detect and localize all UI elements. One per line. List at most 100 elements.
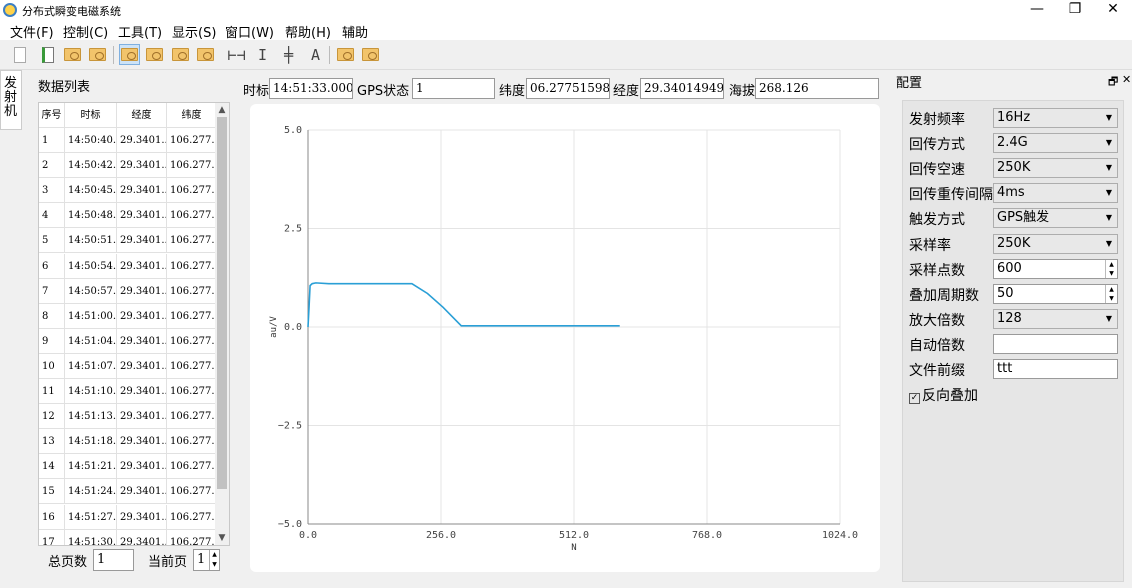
cell-time: 14:51:18.0 bbox=[65, 429, 117, 455]
table-row[interactable]: 314:50:45.029.3401...106.277... bbox=[39, 178, 217, 204]
cell-index: 2 bbox=[39, 153, 65, 179]
scroll-thumb[interactable] bbox=[217, 117, 227, 489]
chevron-down-icon[interactable]: ▼ bbox=[1106, 159, 1112, 177]
col-time[interactable]: 时标 bbox=[65, 103, 117, 128]
config-select[interactable]: 2.4G ▼ bbox=[993, 133, 1118, 154]
table-scrollbar[interactable]: ▲ ▼ bbox=[215, 103, 229, 545]
menu-bar: 文件(F) 控制(C) 工具(T) 显示(S) 窗口(W) 帮助(H) 辅助 bbox=[0, 20, 1132, 41]
table-row[interactable]: 714:50:57.029.3401...106.277... bbox=[39, 278, 217, 304]
spin-arrows-icon[interactable]: ▲ ▼ bbox=[1105, 259, 1117, 278]
config-label: 文件前缀 bbox=[909, 363, 965, 379]
page-spin-icon[interactable]: ▲ ▼ bbox=[209, 550, 219, 570]
table-row[interactable]: 1414:51:21.029.3401...106.277... bbox=[39, 454, 217, 480]
chevron-down-icon[interactable]: ▼ bbox=[1106, 209, 1112, 227]
close-button[interactable]: ✕ bbox=[1098, 0, 1128, 20]
table-row[interactable]: 1514:51:24.029.3401...106.277... bbox=[39, 479, 217, 505]
chevron-down-icon[interactable]: ▼ bbox=[1106, 109, 1112, 127]
table-row[interactable]: 1014:51:07.029.3401...106.277... bbox=[39, 353, 217, 379]
v-measure-icon[interactable]: I bbox=[252, 44, 273, 65]
menu-window[interactable]: 窗口(W) bbox=[225, 22, 274, 41]
menu-tools[interactable]: 工具(T) bbox=[118, 22, 162, 41]
cell-time: 14:50:57.0 bbox=[65, 278, 117, 304]
lon-field[interactable]: 29.340149490 bbox=[640, 78, 724, 99]
restore-button[interactable]: ❐ bbox=[1060, 0, 1090, 20]
config-select[interactable]: 16Hz ▼ bbox=[993, 108, 1118, 128]
dock-close-icon[interactable]: ✕ bbox=[1122, 73, 1131, 86]
h-measure-icon[interactable]: ⊢⊣ bbox=[226, 44, 247, 65]
config-select[interactable]: GPS触发 ▼ bbox=[993, 208, 1118, 229]
config-select[interactable]: 250K ▼ bbox=[993, 233, 1118, 254]
table-row[interactable]: 1214:51:13.029.3401...106.277... bbox=[39, 404, 217, 430]
cell-lat: 106.277... bbox=[167, 203, 217, 229]
cell-index: 12 bbox=[39, 404, 65, 430]
cell-lon: 29.3401... bbox=[117, 379, 167, 404]
chevron-down-icon[interactable]: ▼ bbox=[1106, 134, 1112, 152]
chevron-down-icon[interactable]: ▼ bbox=[1106, 235, 1112, 253]
add-doc-icon[interactable] bbox=[37, 44, 58, 65]
reverse-stack-checkbox[interactable]: ✓ 反向叠加 bbox=[909, 385, 978, 405]
table-row[interactable]: 814:51:00.029.3401...106.277... bbox=[39, 303, 217, 329]
play-folder-icon[interactable] bbox=[144, 44, 165, 65]
cell-index: 11 bbox=[39, 379, 65, 404]
col-index[interactable]: 序号 bbox=[39, 103, 65, 128]
tab-transmitter[interactable]: 发射机 bbox=[0, 70, 22, 130]
menu-control[interactable]: 控制(C) bbox=[63, 22, 108, 41]
record-folder-icon[interactable] bbox=[170, 44, 191, 65]
x-tick-label: 256.0 bbox=[426, 530, 456, 541]
scroll-up-icon[interactable]: ▲ bbox=[215, 103, 229, 117]
menu-help[interactable]: 帮助(H) bbox=[285, 22, 331, 41]
config-spinbox[interactable]: 600 ▲ ▼ bbox=[993, 258, 1118, 279]
minimize-button[interactable]: — bbox=[1022, 0, 1052, 20]
cell-index: 8 bbox=[39, 303, 65, 329]
crosshair-icon[interactable]: ╪ bbox=[278, 44, 299, 65]
float-icon[interactable]: 🗗 bbox=[1108, 73, 1118, 92]
config-select[interactable]: 128 ▼ bbox=[993, 308, 1118, 329]
open-folder-icon[interactable] bbox=[62, 44, 83, 65]
table-row[interactable]: 514:50:51.029.3401...106.277... bbox=[39, 228, 217, 254]
image-folder-icon[interactable] bbox=[360, 44, 381, 65]
config-select[interactable]: 250K ▼ bbox=[993, 158, 1118, 179]
config-input[interactable] bbox=[993, 333, 1118, 354]
col-lat[interactable]: 纬度 bbox=[167, 103, 217, 128]
checkbox-check-icon[interactable]: ✓ bbox=[909, 393, 920, 404]
cell-time: 14:51:30.0 bbox=[65, 529, 117, 545]
col-lon[interactable]: 经度 bbox=[117, 103, 167, 128]
chevron-down-icon[interactable]: ▼ bbox=[1106, 184, 1112, 202]
table-row[interactable]: 614:50:54.029.3401...106.277... bbox=[39, 253, 217, 279]
config-input[interactable]: ttt bbox=[993, 359, 1118, 379]
new-doc-icon[interactable] bbox=[9, 44, 30, 65]
alt-field[interactable]: 268.126 bbox=[755, 78, 879, 99]
table-row[interactable]: 1614:51:27.029.3401...106.277... bbox=[39, 504, 217, 530]
table-row[interactable]: 1714:51:30.029.3401...106.277... bbox=[39, 529, 217, 545]
y-tick-label: 0.0 bbox=[284, 322, 302, 333]
x-tick-label: 768.0 bbox=[692, 530, 722, 541]
total-pages-field[interactable]: 1 bbox=[93, 549, 134, 571]
text-cursor-icon[interactable]: A bbox=[305, 44, 326, 65]
search-folder-icon[interactable] bbox=[119, 44, 140, 65]
folder-icon[interactable] bbox=[87, 44, 108, 65]
table-row[interactable]: 914:51:04.029.3401...106.277... bbox=[39, 328, 217, 354]
chevron-down-icon[interactable]: ▼ bbox=[1106, 310, 1112, 328]
menu-file[interactable]: 文件(F) bbox=[10, 22, 54, 41]
current-page-spinbox[interactable]: 1 ▲ ▼ bbox=[193, 549, 220, 571]
table-row[interactable]: 1114:51:10.029.3401...106.277... bbox=[39, 379, 217, 404]
gear-folder-icon[interactable] bbox=[195, 44, 216, 65]
spin-arrows-icon[interactable]: ▲ ▼ bbox=[1105, 284, 1117, 303]
config-spinbox[interactable]: 50 ▲ ▼ bbox=[993, 283, 1118, 304]
time-field[interactable]: 14:51:33.000 bbox=[269, 78, 353, 99]
table-row[interactable]: 1314:51:18.029.3401...106.277... bbox=[39, 429, 217, 455]
table-row[interactable]: 114:50:40.029.3401...106.277... bbox=[39, 128, 217, 153]
gps-field[interactable]: 1 bbox=[412, 78, 495, 99]
menu-assist[interactable]: 辅助 bbox=[342, 22, 368, 41]
menu-display[interactable]: 显示(S) bbox=[172, 22, 216, 41]
cell-lat: 106.277... bbox=[167, 529, 217, 545]
config-select[interactable]: 4ms ▼ bbox=[993, 183, 1118, 204]
x-tick-label: 1024.0 bbox=[822, 530, 858, 541]
lat-field[interactable]: 06.277515989 bbox=[526, 78, 610, 99]
config-value: 2.4G bbox=[997, 135, 1028, 151]
table-row[interactable]: 214:50:42.029.3401...106.277... bbox=[39, 153, 217, 179]
table-row[interactable]: 414:50:48.029.3401...106.277... bbox=[39, 203, 217, 229]
x-axis-label: N bbox=[571, 543, 576, 553]
settings-folder-icon[interactable] bbox=[335, 44, 356, 65]
scroll-down-icon[interactable]: ▼ bbox=[215, 531, 229, 545]
